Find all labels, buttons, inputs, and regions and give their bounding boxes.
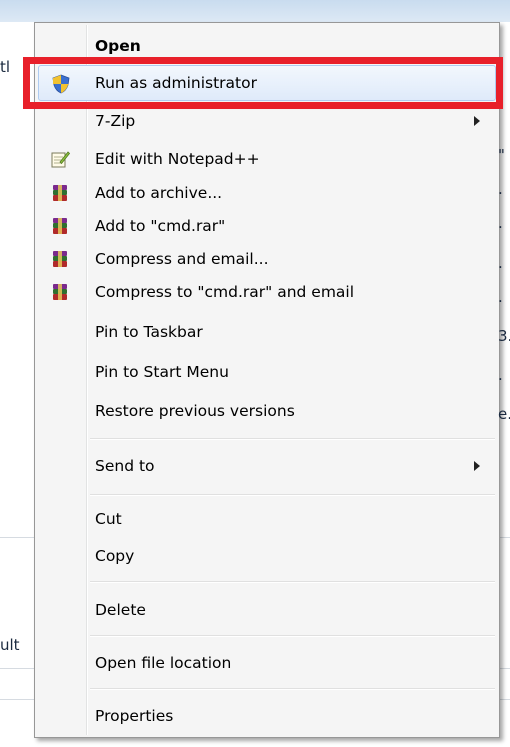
menu-separator [90,438,495,440]
menu-item-add-to-cmd-rar[interactable]: Add to "cmd.rar" [38,208,496,244]
menu-item-label: Send to [95,457,155,475]
menu-item-label: Open file location [95,654,232,672]
menu-item-compress-and-email[interactable]: Compress and email... [38,241,496,277]
background-header-band [0,0,510,22]
menu-item-edit-with-notepadpp[interactable]: Edit with Notepad++ [38,141,496,177]
context-menu: Open Run as administrator 7-Zip Edit wit… [34,22,500,738]
background-text-fragment: . [498,254,503,272]
menu-item-label: Edit with Notepad++ [95,150,260,168]
menu-item-properties[interactable]: Properties [38,698,496,734]
winrar-icon [50,282,70,302]
background-text-fragment: " [498,146,505,164]
menu-item-label: Cut [95,510,122,528]
background-text-fragment: tl [0,58,11,76]
submenu-arrow-icon [474,116,480,126]
menu-item-label: Pin to Taskbar [95,323,203,341]
background-text-fragment: . [498,180,503,198]
menu-item-label: Add to "cmd.rar" [95,217,226,235]
winrar-icon [50,249,70,269]
menu-item-label: Pin to Start Menu [95,363,229,381]
annotation-highlight-box [23,57,503,109]
menu-item-send-to[interactable]: Send to [38,448,496,484]
menu-separator [90,688,495,690]
notepad-icon [50,149,71,169]
background-text-fragment: e. [498,405,510,423]
menu-item-label: Copy [95,547,135,565]
menu-item-label: Restore previous versions [95,402,295,420]
background-text-fragment: 3. [498,327,510,345]
menu-item-compress-to-cmd-rar-and-email[interactable]: Compress to "cmd.rar" and email [38,274,496,310]
menu-item-delete[interactable]: Delete [38,592,496,628]
winrar-icon [50,183,70,203]
menu-item-pin-to-taskbar[interactable]: Pin to Taskbar [38,314,496,350]
menu-item-pin-to-start-menu[interactable]: Pin to Start Menu [38,354,496,390]
background-text-fragment: ult [0,636,20,654]
background-text-fragment: . [498,366,503,384]
menu-item-restore-previous-versions[interactable]: Restore previous versions [38,393,496,429]
menu-item-cut[interactable]: Cut [38,501,496,537]
menu-item-label: Properties [95,707,174,725]
menu-item-add-to-archive[interactable]: Add to archive... [38,175,496,211]
menu-item-label: Delete [95,601,146,619]
menu-item-open-file-location[interactable]: Open file location [38,645,496,681]
submenu-arrow-icon [474,461,480,471]
menu-separator [90,494,495,496]
menu-item-label: Add to archive... [95,184,223,202]
menu-item-label: Compress and email... [95,250,269,268]
winrar-icon [50,216,70,236]
background-text-fragment: . [498,214,503,232]
menu-item-copy[interactable]: Copy [38,538,496,574]
menu-item-label: Compress to "cmd.rar" and email [95,283,355,301]
background-text-fragment: . [498,288,503,306]
menu-separator [90,581,495,583]
menu-separator [90,635,495,637]
